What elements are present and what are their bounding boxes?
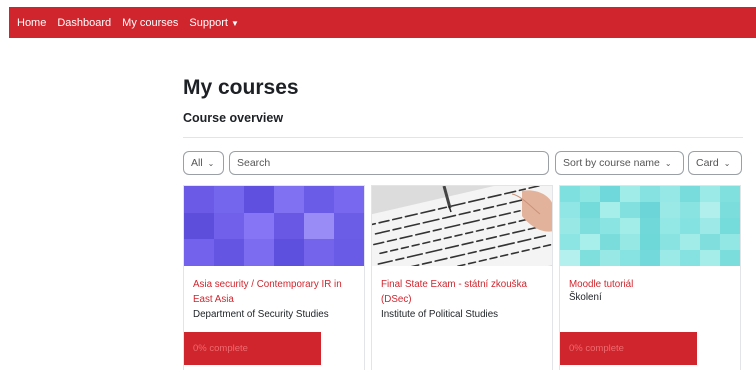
progress-bar: 0% complete — [560, 332, 697, 365]
chevron-down-icon: ⌄ — [664, 158, 672, 168]
course-image[interactable] — [560, 186, 740, 266]
course-category: Department of Security Studies — [193, 309, 329, 320]
divider — [183, 137, 743, 138]
course-category: Školení — [569, 292, 602, 303]
exam-paper-image — [372, 186, 552, 266]
nav-my-courses[interactable]: My courses — [122, 17, 178, 29]
progress-label: 0% complete — [193, 343, 248, 354]
course-title-link[interactable]: Final State Exam - státní zkouška (DSec) — [381, 277, 549, 307]
nav-support[interactable]: Support ▼ — [189, 17, 238, 29]
course-card[interactable]: Moodle tutoriál Školení 0% complete — [559, 185, 741, 370]
grouping-dropdown[interactable]: All ⌄ — [183, 151, 224, 175]
course-image[interactable] — [372, 186, 552, 266]
course-title-link[interactable]: Asia security / Contemporary IR in East … — [193, 277, 361, 307]
nav-dashboard[interactable]: Dashboard — [57, 17, 111, 29]
course-card[interactable]: Asia security / Contemporary IR in East … — [183, 185, 365, 370]
chevron-down-icon: ⌄ — [207, 158, 215, 168]
course-category: Institute of Political Studies — [381, 309, 499, 320]
course-image[interactable] — [184, 186, 364, 266]
section-title: Course overview — [183, 111, 284, 125]
nav-home[interactable]: Home — [17, 17, 46, 29]
chevron-down-icon: ⌄ — [723, 158, 731, 168]
course-card[interactable]: Final State Exam - státní zkouška (DSec)… — [371, 185, 553, 370]
view-dropdown[interactable]: Card ⌄ — [688, 151, 742, 175]
view-dropdown-label: Card — [696, 157, 719, 169]
sort-dropdown-label: Sort by course name — [563, 157, 660, 169]
grouping-dropdown-label: All — [191, 157, 203, 169]
chevron-down-icon: ▼ — [230, 18, 239, 28]
nav-support-label: Support — [189, 16, 228, 29]
course-title-link[interactable]: Moodle tutoriál — [569, 277, 737, 292]
search-placeholder: Search — [237, 157, 271, 169]
sort-dropdown[interactable]: Sort by course name ⌄ — [555, 151, 684, 175]
search-input[interactable]: Search — [229, 151, 549, 175]
progress-bar: 0% complete — [184, 332, 321, 365]
page-title: My courses — [183, 76, 299, 99]
top-navbar: Home Dashboard My courses Support ▼ — [9, 7, 756, 38]
progress-label: 0% complete — [569, 343, 624, 354]
